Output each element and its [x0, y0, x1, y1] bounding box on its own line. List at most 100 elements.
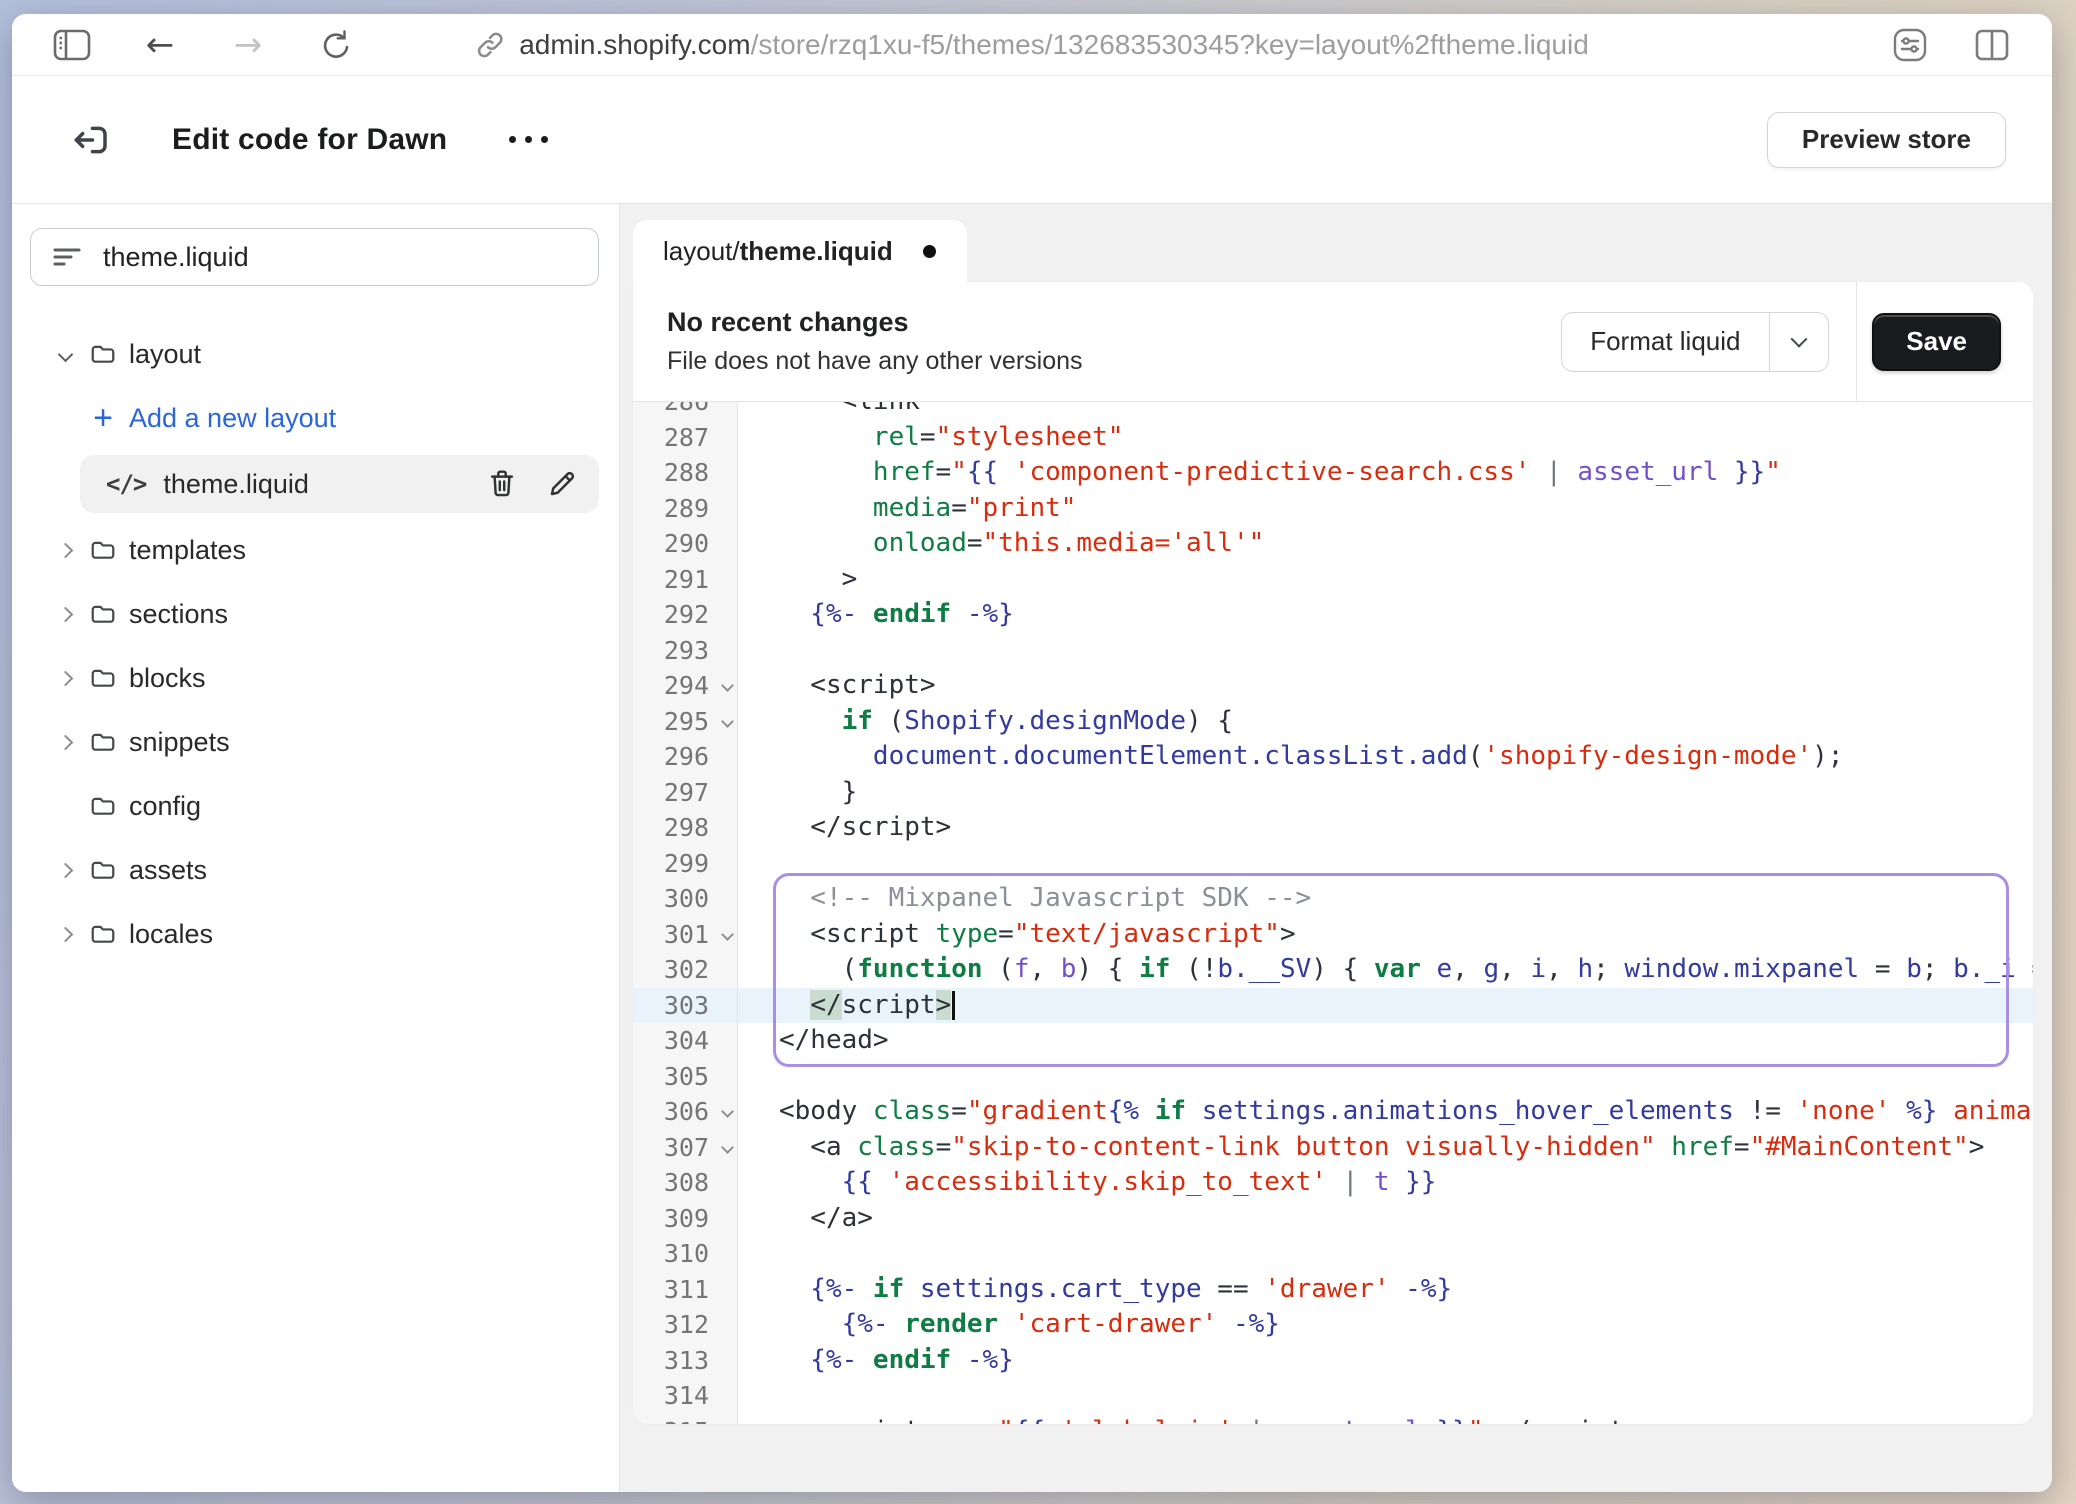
sidebar-item-layout[interactable]: layout: [30, 322, 599, 386]
fold-chevron-icon[interactable]: [721, 1141, 734, 1154]
code-line-295[interactable]: 295 if (Shopify.designMode) {: [633, 704, 2033, 740]
line-number: 307: [633, 1130, 738, 1166]
sidebar-toggle-icon[interactable]: [50, 25, 94, 65]
code-line-287[interactable]: 287 rel="stylesheet": [633, 420, 2033, 456]
code-line-291[interactable]: 291 >: [633, 562, 2033, 598]
code-line-288[interactable]: 288 href="{{ 'component-predictive-searc…: [633, 455, 2033, 491]
line-number: 298: [633, 810, 738, 846]
chevron-right-icon[interactable]: [50, 929, 80, 940]
code-line-300[interactable]: 300 <!-- Mixpanel Javascript SDK -->: [633, 881, 2033, 917]
sidebar-item-theme-liquid[interactable]: </> theme.liquid: [30, 452, 599, 516]
chevron-down-icon[interactable]: [50, 349, 80, 360]
code-line-286[interactable]: 286 <link: [633, 402, 2033, 420]
chevron-right-icon[interactable]: [50, 737, 80, 748]
folder-icon: [87, 600, 119, 628]
chevron-right-icon[interactable]: [50, 673, 80, 684]
format-liquid-label: Format liquid: [1562, 313, 1768, 371]
file-label: theme.liquid: [163, 469, 309, 500]
code-line-313[interactable]: 313 {%- endif -%}: [633, 1343, 2033, 1379]
split-view-icon[interactable]: [1970, 25, 2014, 65]
more-actions-icon[interactable]: [499, 126, 558, 153]
fold-chevron-icon[interactable]: [721, 715, 734, 728]
folder-label: sections: [129, 599, 228, 630]
code-text: {%- render 'cart-drawer' -%}: [738, 1307, 2033, 1343]
format-options-chevron-icon[interactable]: [1770, 313, 1828, 371]
sidebar-item-sections[interactable]: sections: [30, 582, 599, 646]
chevron-right-icon[interactable]: [50, 609, 80, 620]
line-number: 313: [633, 1343, 738, 1379]
sidebar-item-config[interactable]: config: [30, 774, 599, 838]
forward-icon[interactable]: →: [226, 25, 270, 65]
code-text: <script src="{{ 'global.js' | asset_url …: [738, 1414, 2033, 1425]
line-number: 292: [633, 597, 738, 633]
code-line-304[interactable]: 304</head>: [633, 1023, 2033, 1059]
code-line-301[interactable]: 301 <script type="text/javascript">: [633, 917, 2033, 953]
exit-icon[interactable]: [64, 114, 116, 166]
code-line-306[interactable]: 306<body class="gradient{% if settings.a…: [633, 1094, 2033, 1130]
fold-chevron-icon[interactable]: [721, 679, 734, 692]
line-number: 290: [633, 526, 738, 562]
sidebar-item-snippets[interactable]: snippets: [30, 710, 599, 774]
search-input[interactable]: [103, 242, 576, 273]
url-domain: admin.shopify.com: [519, 29, 750, 60]
code-line-314[interactable]: 314: [633, 1378, 2033, 1414]
folder-label: locales: [129, 919, 213, 950]
editor-card: No recent changes File does not have any…: [633, 282, 2033, 1424]
file-search-box[interactable]: [30, 228, 599, 286]
sidebar-item-templates[interactable]: templates: [30, 518, 599, 582]
folder-icon: [87, 856, 119, 884]
reload-icon[interactable]: [314, 25, 358, 65]
back-icon[interactable]: ←: [138, 25, 182, 65]
fold-chevron-icon[interactable]: [721, 928, 734, 941]
code-line-303[interactable]: 303 </script>: [633, 988, 2033, 1024]
code-line-292[interactable]: 292 {%- endif -%}: [633, 597, 2033, 633]
code-line-297[interactable]: 297 }: [633, 775, 2033, 811]
code-line-299[interactable]: 299: [633, 846, 2033, 882]
code-line-293[interactable]: 293: [633, 633, 2033, 669]
code-line-289[interactable]: 289 media="print": [633, 491, 2033, 527]
code-line-302[interactable]: 302 (function (f, b) { if (!b.__SV) { va…: [633, 952, 2033, 988]
code-text: {%- endif -%}: [738, 1343, 2033, 1379]
code-line-309[interactable]: 309 </a>: [633, 1201, 2033, 1237]
address-bar[interactable]: admin.shopify.com/store/rzq1xu-f5/themes…: [475, 14, 1589, 75]
code-line-305[interactable]: 305: [633, 1059, 2033, 1095]
delete-icon[interactable]: [487, 468, 517, 500]
sidebar-item-add-a-new-layout[interactable]: +Add a new layout: [30, 386, 599, 450]
format-liquid-button[interactable]: Format liquid: [1561, 312, 1829, 372]
sidebar-item-locales[interactable]: locales: [30, 902, 599, 966]
line-number: 315: [633, 1414, 738, 1425]
code-line-298[interactable]: 298 </script>: [633, 810, 2033, 846]
folder-icon: [87, 920, 119, 948]
code-line-311[interactable]: 311 {%- if settings.cart_type == 'drawer…: [633, 1272, 2033, 1308]
folder-label: assets: [129, 855, 207, 886]
plus-icon: +: [80, 401, 126, 435]
code-line-307[interactable]: 307 <a class="skip-to-content-link butto…: [633, 1130, 2033, 1166]
code-line-315[interactable]: 315 <script src="{{ 'global.js' | asset_…: [633, 1414, 2033, 1425]
tab-theme-liquid[interactable]: layout/theme.liquid: [633, 220, 967, 282]
link-icon: [475, 30, 505, 60]
code-line-310[interactable]: 310: [633, 1236, 2033, 1272]
code-text: <script>: [738, 668, 2033, 704]
code-editor[interactable]: 286 <link287 rel="stylesheet"288 href="{…: [633, 402, 2033, 1424]
file-tree: layout+Add a new layout </> theme.liquid te…: [30, 322, 599, 966]
sidebar-item-blocks[interactable]: blocks: [30, 646, 599, 710]
code-line-296[interactable]: 296 document.documentElement.classList.a…: [633, 739, 2033, 775]
page-settings-icon[interactable]: [1888, 25, 1932, 65]
code-file-icon: </>: [106, 470, 146, 498]
chevron-right-icon[interactable]: [50, 545, 80, 556]
sidebar-item-assets[interactable]: assets: [30, 838, 599, 902]
folder-label: config: [129, 791, 201, 822]
code-line-312[interactable]: 312 {%- render 'cart-drawer' -%}: [633, 1307, 2033, 1343]
fold-chevron-icon[interactable]: [721, 1105, 734, 1118]
line-number: 304: [633, 1023, 738, 1059]
code-line-290[interactable]: 290 onload="this.media='all'": [633, 526, 2033, 562]
tab-path-prefix: layout/: [663, 236, 740, 267]
line-number: 310: [633, 1236, 738, 1272]
edit-icon[interactable]: [547, 469, 577, 499]
code-line-308[interactable]: 308 {{ 'accessibility.skip_to_text' | t …: [633, 1165, 2033, 1201]
page-title: Edit code for Dawn: [172, 123, 447, 157]
save-button[interactable]: Save: [1872, 313, 2001, 371]
preview-store-button[interactable]: Preview store: [1767, 112, 2006, 168]
chevron-right-icon[interactable]: [50, 865, 80, 876]
code-line-294[interactable]: 294 <script>: [633, 668, 2033, 704]
